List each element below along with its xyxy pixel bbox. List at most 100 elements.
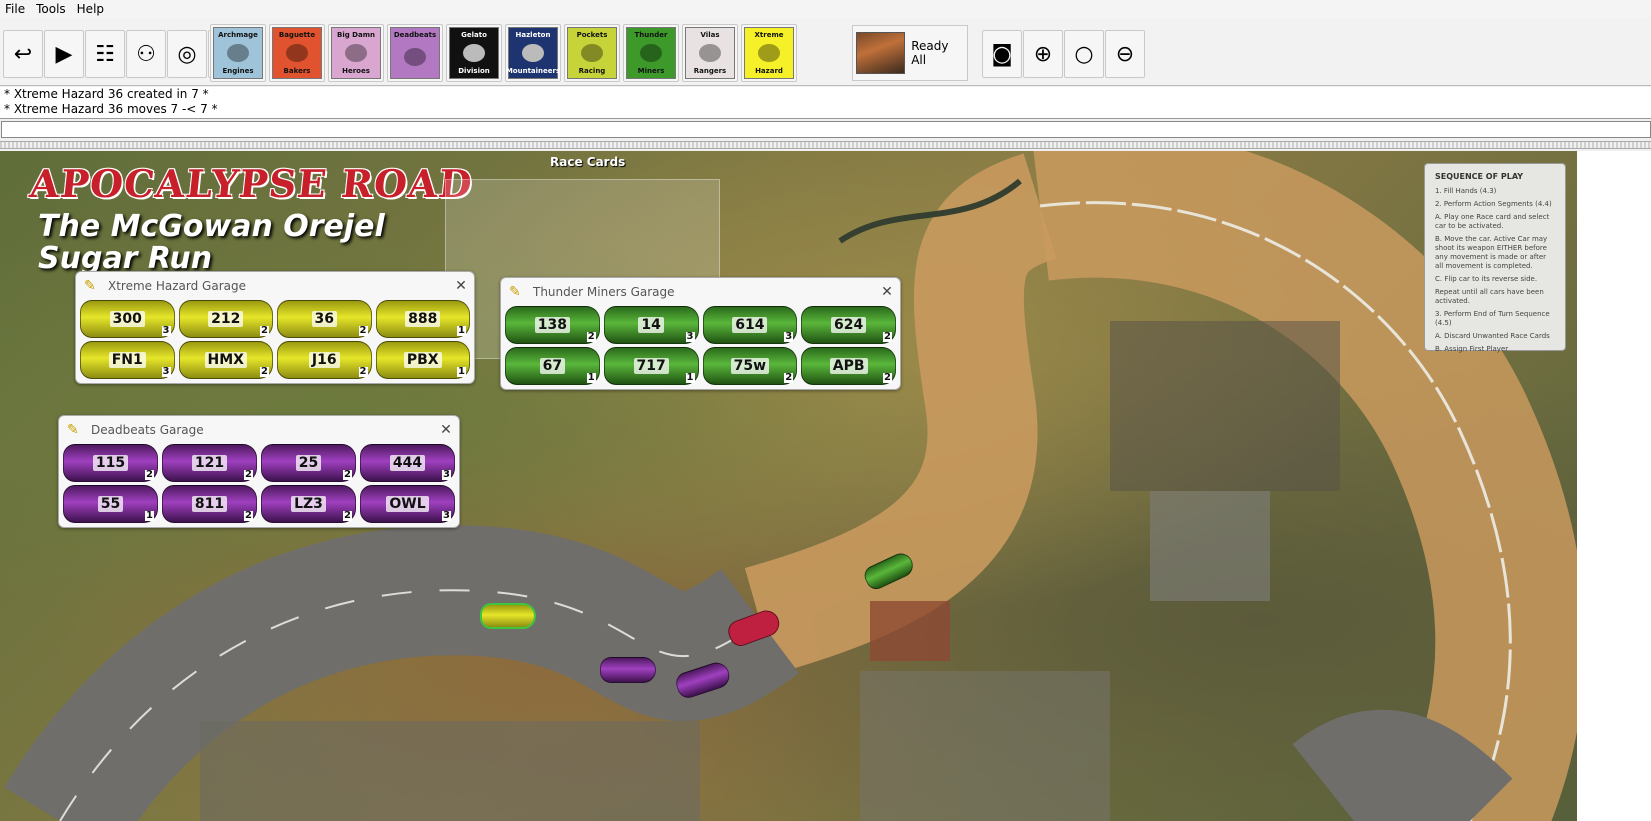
- team-button[interactable]: Vilas Rangers: [682, 24, 738, 82]
- garage-car-card[interactable]: 36 2: [277, 300, 372, 338]
- garage-header[interactable]: ✎ Deadbeats Garage ✕: [63, 416, 455, 444]
- deadbeats-garage-window[interactable]: ✎ Deadbeats Garage ✕ 115 2 121 2 25 2 444 3 55 1 8…: [58, 415, 460, 528]
- car-count-badge: 2: [883, 372, 892, 383]
- team-button[interactable]: Deadbeats: [387, 24, 443, 82]
- garage-car-card[interactable]: PBX 1: [375, 341, 470, 379]
- track-car[interactable]: [600, 657, 656, 683]
- garage-car-card[interactable]: 14 3: [603, 306, 699, 344]
- sequence-step: B. Move the car. Active Car may shoot it…: [1435, 235, 1548, 270]
- sequence-step: 3. Perform End of Turn Sequence (4.5): [1435, 310, 1550, 327]
- team-name-top: Big Damn: [337, 31, 375, 39]
- team-name-top: Xtreme: [754, 31, 784, 39]
- team-button[interactable]: Pockets Racing: [564, 24, 620, 82]
- car-count-badge: 2: [343, 469, 352, 480]
- menu-tools[interactable]: Tools: [31, 1, 72, 17]
- garage-header[interactable]: ✎ Thunder Miners Garage ✕: [505, 278, 896, 306]
- close-icon[interactable]: ✕: [452, 278, 470, 294]
- team-logo: Pockets Racing: [567, 27, 617, 79]
- garage-car-card[interactable]: FN1 3: [80, 341, 175, 379]
- garage-car-card[interactable]: 67 1: [505, 347, 600, 385]
- car-number: 614: [732, 317, 768, 333]
- garage-car-card[interactable]: LZ3 2: [261, 485, 356, 523]
- team-button[interactable]: Gelato Division: [446, 24, 502, 82]
- chat-log: * Xtreme Hazard 36 created in 7 * * Xtre…: [0, 87, 1651, 119]
- car-number: 624: [831, 317, 867, 333]
- zoom-out-button[interactable]: ⊖: [1105, 30, 1145, 78]
- close-icon[interactable]: ✕: [437, 422, 455, 438]
- garage-car-card[interactable]: 121 2: [162, 444, 257, 482]
- team-emblem-icon: [522, 44, 544, 62]
- ready-all-image: [856, 32, 906, 74]
- garage-car-card[interactable]: 888 1: [375, 300, 470, 338]
- sliders-button[interactable]: ☷: [85, 30, 125, 78]
- team-button[interactable]: Baguette Bakers: [269, 24, 325, 82]
- chat-input[interactable]: [1, 121, 1651, 138]
- garage-car-card[interactable]: J16 2: [277, 341, 372, 379]
- garage-car-card[interactable]: APB 2: [801, 347, 896, 385]
- garage-car-card[interactable]: OWL 3: [360, 485, 455, 523]
- team-logo: Vilas Rangers: [685, 27, 735, 79]
- team-name-bottom: Hazard: [755, 67, 783, 75]
- zoom-button[interactable]: ○: [1064, 30, 1104, 78]
- car-number: 115: [92, 455, 129, 471]
- team-emblem-icon: [581, 44, 603, 62]
- step-forward-icon: ▶: [55, 41, 73, 67]
- game-board-view[interactable]: APOCALYPSE ROAD The McGowan Orejel Sugar…: [0, 151, 1651, 821]
- garage-car-card[interactable]: 55 1: [63, 485, 158, 523]
- car-number: FN1: [108, 352, 146, 368]
- car-count-badge: 2: [244, 469, 253, 480]
- undo-button[interactable]: ↩: [3, 30, 43, 78]
- zoom-in-button[interactable]: ⊕: [1023, 30, 1063, 78]
- close-icon[interactable]: ✕: [878, 284, 896, 300]
- track-car[interactable]: [480, 603, 536, 629]
- team-button[interactable]: Archmage Engines: [210, 24, 266, 82]
- team-button[interactable]: Big Damn Heroes: [328, 24, 384, 82]
- coins-icon: ◎: [177, 41, 197, 67]
- log-line: * Xtreme Hazard 36 created in 7 *: [4, 87, 209, 101]
- garage-car-card[interactable]: 75w 2: [702, 347, 798, 385]
- garage-car-card[interactable]: 212 2: [178, 300, 273, 338]
- garage-car-card[interactable]: 444 3: [360, 444, 455, 482]
- menu-file[interactable]: File: [0, 1, 31, 17]
- step-forward-button[interactable]: ▶: [44, 30, 84, 78]
- garage-car-card[interactable]: 614 3: [702, 306, 798, 344]
- team-logo: Xtreme Hazard: [744, 27, 794, 79]
- garage-car-card[interactable]: HMX 2: [178, 341, 273, 379]
- car-number: 67: [539, 358, 566, 374]
- car-number: 138: [534, 317, 570, 333]
- board-subtitle: The McGowan Orejel Sugar Run: [38, 211, 385, 275]
- garage-header[interactable]: ✎ Xtreme Hazard Garage ✕: [80, 272, 470, 300]
- garage-car-card[interactable]: 138 2: [505, 306, 600, 344]
- car-count-badge: 3: [784, 331, 794, 342]
- garage-car-card[interactable]: 300 3: [80, 300, 175, 338]
- thunder-miners-garage-window[interactable]: ✎ Thunder Miners Garage ✕ 138 2 14 3 614 3 624…: [500, 277, 901, 390]
- team-button[interactable]: Xtreme Hazard: [741, 24, 797, 82]
- team-button[interactable]: Hazleton Mountaineers: [505, 24, 561, 82]
- garage-car-card[interactable]: 717 1: [603, 347, 699, 385]
- undo-icon: ↩: [13, 41, 33, 67]
- car-count-badge: 2: [883, 331, 892, 342]
- camera-button[interactable]: ◙: [982, 30, 1022, 78]
- garage-car-card[interactable]: 811 2: [162, 485, 257, 523]
- team-button[interactable]: Thunder Miners: [623, 24, 679, 82]
- garage-car-card[interactable]: 624 2: [801, 306, 896, 344]
- car-number: 300: [109, 311, 145, 327]
- team-name-bottom: Division: [458, 67, 490, 75]
- coins-button[interactable]: ◎: [167, 30, 207, 78]
- car-count-badge: 2: [343, 510, 352, 521]
- garage-car-card[interactable]: 25 2: [261, 444, 356, 482]
- xtreme-hazard-garage-window[interactable]: ✎ Xtreme Hazard Garage ✕ 300 3 212 2 36 2 888 1…: [75, 271, 475, 384]
- toolbar: ↩▶☷⚇◎⛁ArchmageEnginesBaguetteBakersBig D…: [0, 18, 1651, 86]
- car-count-badge: 1: [457, 325, 466, 336]
- players-button[interactable]: ⚇: [126, 30, 166, 78]
- car-number: 717: [633, 358, 669, 374]
- car-number: 25: [295, 455, 322, 471]
- garage-car-card[interactable]: 115 2: [63, 444, 158, 482]
- ready-all-button[interactable]: Ready All: [852, 25, 968, 81]
- menu-bar: File Tools Help: [0, 0, 1651, 18]
- splitter-handle[interactable]: [0, 141, 1651, 149]
- garage-title: Deadbeats Garage: [91, 423, 204, 437]
- sequence-step: 1. Fill Hands (4.3): [1435, 187, 1497, 195]
- menu-help[interactable]: Help: [72, 1, 110, 17]
- team-logo: Archmage Engines: [213, 27, 263, 79]
